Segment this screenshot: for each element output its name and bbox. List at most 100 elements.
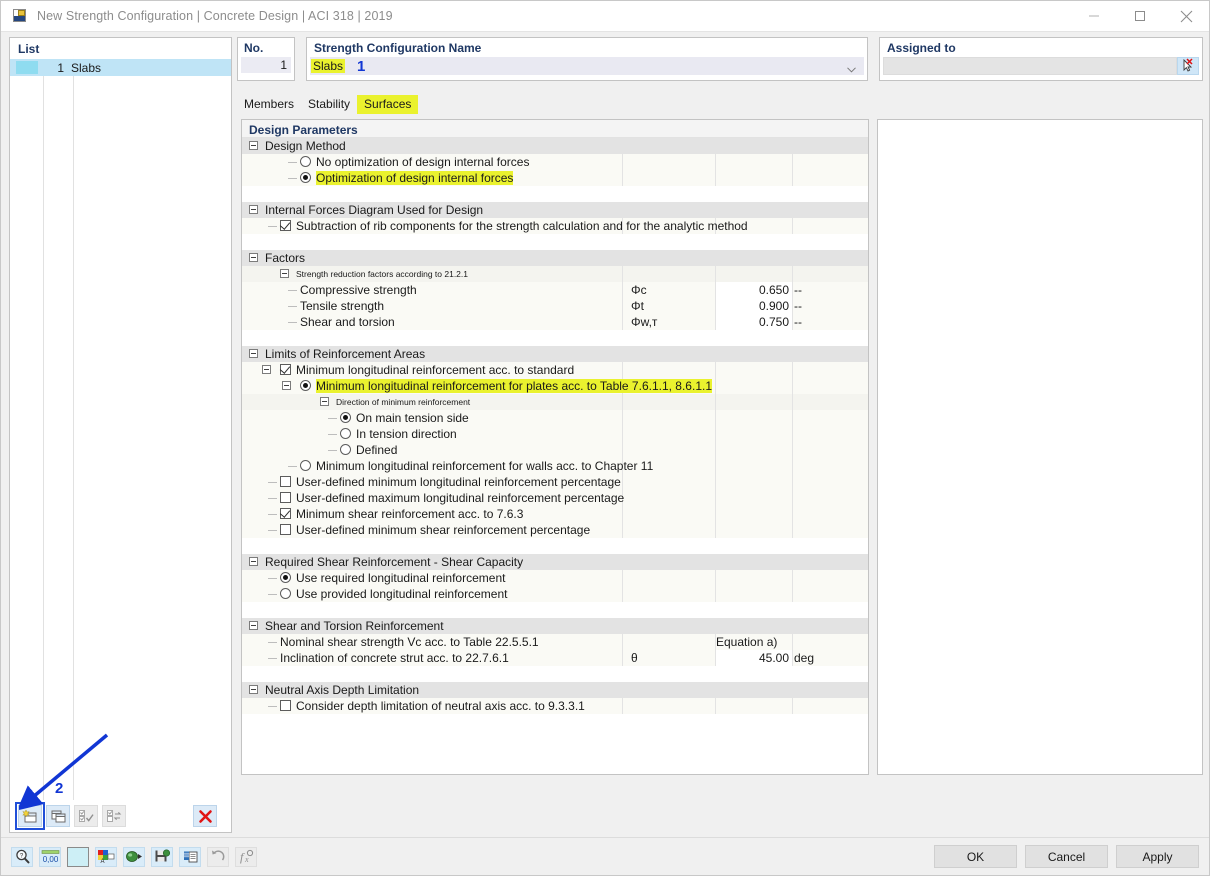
list-item[interactable]: 1 Slabs	[10, 59, 231, 76]
tree-checkbox-row[interactable]: User-defined maximum longitudinal reinfo…	[242, 490, 868, 506]
tree-expander-icon[interactable]	[280, 269, 289, 278]
tree-spacer	[242, 234, 868, 250]
select-objects-button[interactable]	[1177, 57, 1199, 75]
tree-expander-icon[interactable]	[249, 141, 258, 150]
chevron-down-icon[interactable]	[847, 62, 856, 76]
checkbox-checked[interactable]	[280, 220, 291, 231]
tree-expander-icon[interactable]	[320, 397, 329, 406]
tree-section-header[interactable]: Limits of Reinforcement Areas	[242, 346, 868, 362]
tree-row-value[interactable]: 0.750	[716, 314, 792, 330]
formula-icon[interactable]: f x	[235, 846, 257, 867]
copy-layers-icon[interactable]	[179, 846, 201, 867]
radio-selected[interactable]	[280, 572, 291, 583]
tree-checkbox-row[interactable]: Minimum shear reinforcement acc. to 7.6.…	[242, 506, 868, 522]
copy-configuration-button[interactable]	[46, 805, 70, 827]
tree-expander-icon[interactable]	[249, 205, 258, 214]
checkbox-checked[interactable]	[280, 508, 291, 519]
undo-icon[interactable]	[207, 846, 229, 867]
assigned-to-row	[883, 57, 1199, 75]
checkbox-unchecked[interactable]	[280, 476, 291, 487]
radio-selected[interactable]	[300, 172, 311, 183]
tree-value-row[interactable]: Compressive strength Φc 0.650 --	[242, 282, 868, 298]
color-swatch-icon[interactable]	[67, 846, 89, 867]
tree-value-row[interactable]: Tensile strength Φt 0.900 --	[242, 298, 868, 314]
tree-subgroup-header[interactable]: Direction of minimum reinforcement	[242, 394, 868, 410]
tree-row-value[interactable]: 45.00	[716, 650, 792, 666]
tree-row-value[interactable]: 0.650	[716, 282, 792, 298]
checkbox-unchecked[interactable]	[280, 700, 291, 711]
radio-unselected[interactable]	[340, 428, 351, 439]
tree-radio-row[interactable]: Defined	[242, 442, 868, 458]
radio-selected[interactable]	[300, 380, 311, 391]
tree-section-header[interactable]: Design Method	[242, 138, 868, 154]
tree-section-header[interactable]: Factors	[242, 250, 868, 266]
tree-radio-row[interactable]: On main tension side	[242, 410, 868, 426]
cancel-button[interactable]: Cancel	[1025, 845, 1108, 868]
tree-row-value[interactable]: Equation a)	[716, 635, 777, 649]
tree-radio-row[interactable]: Use provided longitudinal reinforcement	[242, 586, 868, 602]
tree-subgroup-header[interactable]: Strength reduction factors according to …	[242, 266, 868, 282]
tree-value-row[interactable]: Nominal shear strength Vc acc. to Table …	[242, 634, 868, 650]
column-divider	[622, 698, 623, 714]
tree-expander-icon[interactable]	[262, 365, 271, 374]
tree-expander-icon[interactable]	[249, 349, 258, 358]
tree-radio-row[interactable]: Use required longitudinal reinforcement	[242, 570, 868, 586]
tree-section-header[interactable]: Shear and Torsion Reinforcement	[242, 618, 868, 634]
tree-expander-icon[interactable]	[249, 253, 258, 262]
tree-radio-row[interactable]: In tension direction	[242, 426, 868, 442]
tree-checkbox-row[interactable]: Subtraction of rib components for the st…	[242, 218, 868, 234]
tree-radio-row[interactable]: No optimization of design internal force…	[242, 154, 868, 170]
tree-section-header[interactable]: Neutral Axis Depth Limitation	[242, 682, 868, 698]
tree-row-value[interactable]: 0.900	[716, 298, 792, 314]
tree-value-row[interactable]: Shear and torsion Φw,т 0.750 --	[242, 314, 868, 330]
list-panel: List 1 Slabs	[9, 37, 232, 833]
tree-section-header[interactable]: Internal Forces Diagram Used for Design	[242, 202, 868, 218]
checkbox-unchecked[interactable]	[280, 492, 291, 503]
tree-expander-icon[interactable]	[249, 557, 258, 566]
tree-radio-row[interactable]: Minimum longitudinal reinforcement for w…	[242, 458, 868, 474]
radio-unselected[interactable]	[340, 444, 351, 455]
maximize-button[interactable]	[1117, 1, 1163, 32]
tab-members[interactable]: Members	[237, 95, 301, 114]
tab-stability[interactable]: Stability	[301, 95, 357, 114]
tree-expander-icon[interactable]	[249, 685, 258, 694]
tree-checkbox-row[interactable]: User-defined minimum longitudinal reinfo…	[242, 474, 868, 490]
tree-expander-icon[interactable]	[282, 381, 291, 390]
column-divider	[715, 170, 716, 186]
checkbox-checked[interactable]	[280, 364, 291, 375]
tree-radio-row[interactable]: Minimum longitudinal reinforcement for p…	[242, 378, 868, 394]
new-configuration-button[interactable]	[15, 802, 45, 830]
delete-configuration-button[interactable]	[193, 805, 217, 827]
assigned-to-input[interactable]	[883, 57, 1177, 75]
apply-button[interactable]: Apply	[1116, 845, 1199, 868]
column-divider	[792, 170, 793, 186]
tree-checkbox-row[interactable]: Consider depth limitation of neutral axi…	[242, 698, 868, 714]
save-settings-icon[interactable]	[151, 846, 173, 867]
title-bar: New Strength Configuration | Concrete De…	[1, 1, 1209, 32]
column-divider	[715, 154, 716, 170]
tab-surfaces[interactable]: Surfaces	[357, 95, 419, 114]
tree-radio-row[interactable]: Optimization of design internal forces	[242, 170, 868, 186]
column-divider	[622, 474, 623, 490]
tree-expander-icon[interactable]	[249, 621, 258, 630]
font-color-icon[interactable]: A	[95, 846, 117, 867]
radio-unselected[interactable]	[300, 460, 311, 471]
ok-button[interactable]: OK	[934, 845, 1017, 868]
render-icon[interactable]	[123, 846, 145, 867]
number-format-icon[interactable]: 0,00	[39, 846, 61, 867]
invert-selection-button[interactable]	[102, 805, 126, 827]
minimize-button[interactable]	[1071, 1, 1117, 32]
close-button[interactable]	[1163, 1, 1209, 32]
checkbox-unchecked[interactable]	[280, 524, 291, 535]
tree-checkbox-row[interactable]: User-defined minimum shear reinforcement…	[242, 522, 868, 538]
select-all-button[interactable]	[74, 805, 98, 827]
tree-section-header[interactable]: Required Shear Reinforcement - Shear Cap…	[242, 554, 868, 570]
help-magnifier-icon[interactable]: ?	[11, 846, 33, 867]
tree-value-row[interactable]: Inclination of concrete strut acc. to 22…	[242, 650, 868, 666]
radio-unselected[interactable]	[280, 588, 291, 599]
radio-selected[interactable]	[340, 412, 351, 423]
radio-unselected[interactable]	[300, 156, 311, 167]
design-parameters-header: Design Parameters	[242, 120, 868, 138]
strength-configuration-name-combobox[interactable]: Slabs 1	[310, 57, 864, 75]
tree-checkbox-row[interactable]: Minimum longitudinal reinforcement acc. …	[242, 362, 868, 378]
